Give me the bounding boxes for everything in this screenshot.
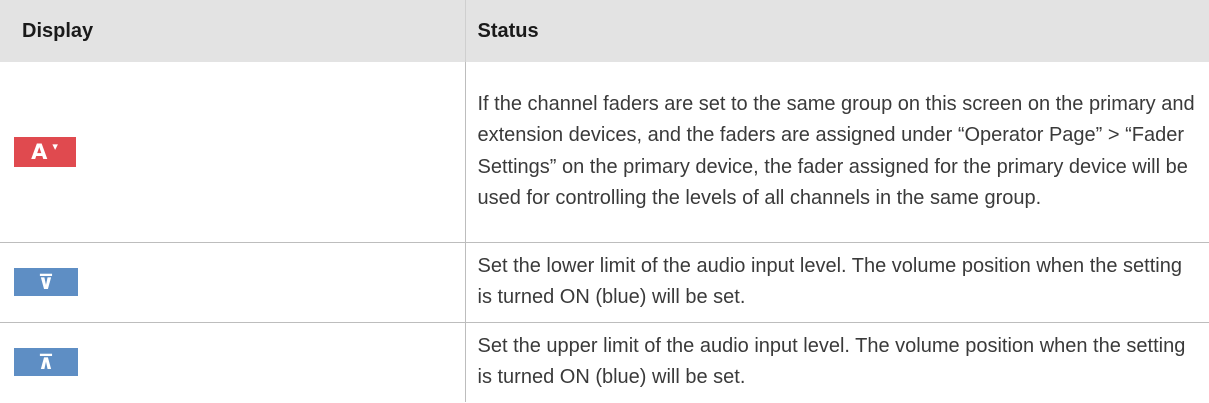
status-cell: If the channel faders are set to the sam… — [464, 62, 1209, 242]
display-cell: ⊽ — [0, 242, 465, 322]
display-column-header: Display — [0, 0, 465, 62]
lower-limit-icon: ⊽ — [14, 268, 78, 296]
group-a-label: A — [31, 139, 49, 164]
table-row: A ▾ If the channel faders are set to the … — [0, 62, 1209, 242]
status-cell: Set the upper limit of the audio input l… — [464, 322, 1209, 402]
display-cell: ⊼ — [0, 322, 465, 402]
status-cell: Set the lower limit of the audio input l… — [464, 242, 1209, 322]
display-status-table: Display Status A ▾ If the channel faders … — [0, 0, 1209, 402]
group-a-dropdown-icon: A ▾ — [14, 136, 76, 167]
chevron-down-icon: ▾ — [52, 140, 59, 154]
status-column-header: Status — [464, 0, 1209, 62]
table-row: ⊼ Set the upper limit of the audio input… — [0, 322, 1209, 402]
table-row: ⊽ Set the lower limit of the audio input… — [0, 242, 1209, 322]
upper-limit-icon: ⊼ — [14, 348, 78, 377]
header-row: Display Status — [0, 0, 1209, 62]
display-cell: A ▾ — [0, 62, 465, 242]
